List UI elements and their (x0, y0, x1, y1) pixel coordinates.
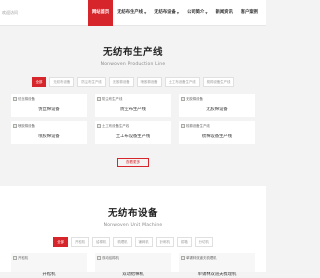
view-more-button[interactable]: 查看更多 (117, 158, 149, 167)
broken-image-icon (181, 96, 185, 101)
product-card[interactable]: 双动给棉机 双动给棉机 (95, 253, 171, 278)
product-card[interactable]: 梳棉设备生产线 梳棉设备生产线 (179, 121, 255, 144)
product-caption[interactable]: 单锡林双道夫梳理机 (179, 272, 255, 278)
production-line-section: 无纺布生产线 Nonwoven Production Line 全部 无纺布设备… (0, 44, 266, 167)
product-card[interactable]: 仿丝棉设备 仿丝棉设备 (11, 94, 87, 117)
tab-oven[interactable]: 烘箱 (176, 237, 192, 247)
nav-item-news[interactable]: 新闻资讯 (212, 0, 237, 26)
nav-item-home[interactable]: 网站首页 (88, 0, 114, 26)
nav-item-production-line[interactable]: 无纺布生产线 ▼ (113, 0, 150, 26)
tab-all[interactable]: 全部 (53, 237, 68, 247)
category-tabs: 全部 开松机 给棉机 梳理机 铺网机 针刺机 烘箱 分切机 (0, 237, 266, 247)
tab-lapper[interactable]: 铺网机 (134, 237, 153, 247)
top-navigation-bar: 欢迎访问 网站首页 无纺布生产线 ▼ 无纺布设备 ▼ 公司简介 ▼ 新闻资讯 客户案例 (0, 0, 266, 26)
tab-geotextile-line[interactable]: 土工布设备生产线 (164, 77, 200, 87)
product-caption[interactable]: 仿丝棉设备 (11, 107, 87, 117)
product-card[interactable]: 无胶棉设备 无胶棉设备 (179, 94, 255, 117)
tab-needle-punch[interactable]: 针刺机 (155, 237, 174, 247)
equipment-section: 无纺布设备 Nonwoven Unit Machine 全部 开松机 给棉机 梳… (0, 205, 266, 278)
product-card[interactable]: 单锡林双道夫梳理机 单锡林双道夫梳理机 (179, 253, 255, 278)
broken-image-icon (97, 123, 101, 128)
broken-image-icon (181, 123, 185, 128)
product-caption[interactable]: 土工布设备生产线 (95, 134, 171, 144)
nav-item-equipment[interactable]: 无纺布设备 ▼ (150, 0, 183, 26)
broken-image-icon (13, 96, 17, 101)
tab-glue-free-cotton[interactable]: 无胶棉设备 (108, 77, 134, 87)
site-logo-text[interactable]: 欢迎访问 (2, 10, 18, 16)
section-title: 无纺布生产线 (102, 47, 163, 58)
product-grid-row: 开松机 开松机 双动给棉机 双动给棉机 单锡林双道夫梳理机 单锡林双道夫梳理机 (11, 253, 255, 278)
nav-item-about[interactable]: 公司简介 ▼ (183, 0, 212, 26)
main-nav: 网站首页 无纺布生产线 ▼ 无纺布设备 ▼ 公司简介 ▼ 新闻资讯 客户案例 (88, 0, 262, 26)
section-title: 无纺布设备 (107, 208, 158, 219)
tab-slitter[interactable]: 分切机 (194, 237, 213, 247)
broken-image-icon (97, 96, 101, 101)
section-subtitle: Nonwoven Production Line (100, 62, 166, 67)
tab-feeder[interactable]: 给棉机 (92, 237, 111, 247)
broken-image-icon (181, 255, 185, 260)
section-subtitle: Nonwoven Unit Machine (103, 223, 163, 228)
broken-image-icon (13, 123, 17, 128)
tab-nonwoven-equipment[interactable]: 无纺布设备 (49, 77, 75, 87)
chevron-down-icon: ▼ (176, 11, 180, 15)
product-caption[interactable]: 防尘布生产线 (95, 107, 171, 117)
chevron-down-icon: ▼ (143, 11, 147, 15)
product-caption[interactable]: 梳棉设备生产线 (179, 134, 255, 144)
category-tabs: 全部 无纺布设备 防尘布生产线 无胶棉设备 喷胶棉设备 土工布设备生产线 梳棉设… (0, 77, 266, 87)
tab-opener[interactable]: 开松机 (70, 237, 90, 247)
broken-image-icon (13, 255, 17, 260)
nav-item-cases[interactable]: 客户案例 (237, 0, 262, 26)
product-card[interactable]: 土工布设备生产线 土工布设备生产线 (95, 121, 171, 144)
product-caption[interactable]: 无胶棉设备 (179, 107, 255, 117)
broken-image-icon (97, 255, 101, 260)
product-caption[interactable]: 喷胶棉设备 (11, 134, 87, 144)
tab-spray-cotton[interactable]: 喷胶棉设备 (136, 77, 162, 87)
product-grid-row: 仿丝棉设备 仿丝棉设备 防尘布生产线 防尘布生产线 无胶棉设备 无胶棉设备 (11, 94, 255, 117)
tab-all[interactable]: 全部 (31, 77, 47, 87)
tab-dust-cloth-line[interactable]: 防尘布生产线 (77, 77, 106, 87)
tab-carding-line[interactable]: 梳棉设备生产线 (202, 77, 235, 87)
product-caption[interactable]: 双动给棉机 (95, 272, 171, 278)
product-grid-row: 喷胶棉设备 喷胶棉设备 土工布设备生产线 土工布设备生产线 梳棉设备生产线 梳棉… (11, 121, 255, 144)
tab-carding[interactable]: 梳理机 (113, 237, 132, 247)
product-card[interactable]: 喷胶棉设备 喷胶棉设备 (11, 121, 87, 144)
product-card[interactable]: 防尘布生产线 防尘布生产线 (95, 94, 171, 117)
product-caption[interactable]: 开松机 (11, 272, 87, 278)
chevron-down-icon: ▼ (205, 11, 208, 15)
product-card[interactable]: 开松机 开松机 (11, 253, 87, 278)
